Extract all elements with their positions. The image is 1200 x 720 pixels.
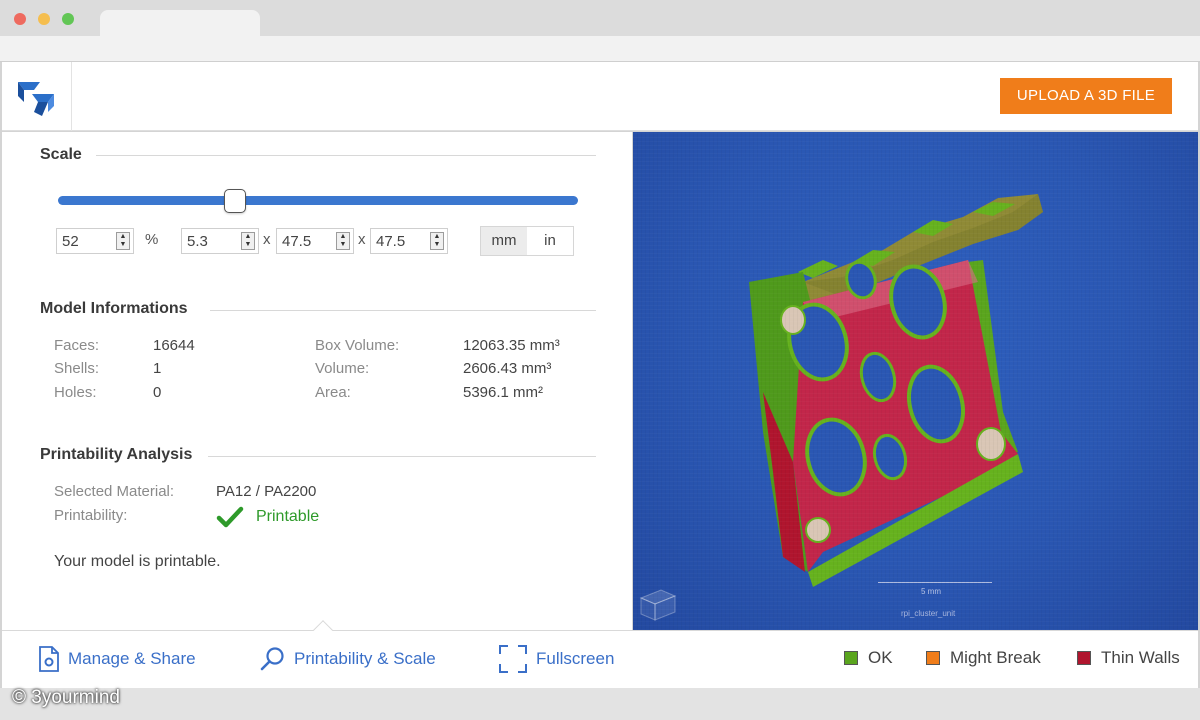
box-volume-value: 12063.35 mm³ [463,337,560,354]
fullscreen-icon [499,645,527,673]
printability-title: Printability Analysis [40,446,193,463]
dimension-separator: x [263,231,271,248]
fullscreen-label: Fullscreen [536,649,615,668]
faces-label: Faces: [54,337,100,354]
scale-bar [878,582,992,583]
printability-message: Your model is printable. [54,553,221,570]
close-window-button[interactable] [14,13,26,25]
footer-toolbar: Manage & Share Printability & Scale Full… [2,620,1198,688]
step-up-icon[interactable]: ▲ [117,233,129,241]
dimension-z-input[interactable]: 47.5 ▲ ▼ [370,228,448,254]
legend-might-break-swatch [926,651,940,665]
3d-model[interactable] [633,132,1198,630]
holes-label: Holes: [54,384,97,401]
browser-chrome [0,0,1200,62]
scale-slider-handle[interactable] [223,189,246,213]
fullscreen-button[interactable]: Fullscreen [498,641,614,677]
dimension-x-input[interactable]: 5.3 ▲ ▼ [181,228,259,254]
settings-panel: Scale 52 ▲ ▼ % 5.3 ▲ ▼ x 47.5 ▲ ▼ x 47.5 ▲ ▼… [2,132,632,630]
upload-3d-file-button[interactable]: UPLOAD A 3D FILE [1000,78,1172,114]
search-icon [260,647,284,671]
dimension-z-stepper[interactable]: ▲ ▼ [430,232,444,250]
percent-stepper[interactable]: ▲ ▼ [116,232,130,250]
app-header: UPLOAD A 3D FILE [2,62,1198,131]
percent-unit: % [145,231,159,248]
legend-ok-label: OK [868,648,893,667]
copyright-watermark: © 3yourmind [12,687,120,708]
percent-input[interactable]: 52 ▲ ▼ [56,228,134,254]
view-cube-icon[interactable] [635,584,679,624]
legend-thin-walls-label: Thin Walls [1101,648,1180,667]
model-info-title: Model Informations [40,300,188,317]
material-label: Selected Material: [54,483,175,500]
minimize-window-button[interactable] [38,13,50,25]
step-up-icon[interactable]: ▲ [431,233,443,241]
dimension-y-stepper[interactable]: ▲ ▼ [336,232,350,250]
browser-tab[interactable] [100,10,260,38]
3d-viewer[interactable]: 5 mm rpi_cluster_unit [633,132,1198,630]
checkmark-icon [216,506,244,528]
printability-label: Printability: [54,507,128,524]
step-up-icon[interactable]: ▲ [242,233,254,241]
printability-status: Printable [256,508,320,525]
dimension-separator: x [358,231,366,248]
percent-value: 52 [62,233,79,250]
manage-share-label: Manage & Share [68,649,196,668]
scale-divider [96,155,596,156]
volume-value: 2606.43 mm³ [463,360,552,377]
manage-share-button[interactable]: Manage & Share [38,641,196,677]
holes-value: 0 [153,384,162,401]
legend-thin-walls: Thin Walls [1077,648,1180,668]
file-name: rpi_cluster_unit [901,609,956,618]
scale-bar-label: 5 mm [921,587,941,596]
legend-might-break: Might Break [926,648,1041,668]
dimension-x-value: 5.3 [187,233,208,250]
dimension-x-stepper[interactable]: ▲ ▼ [241,232,255,250]
shells-label: Shells: [54,360,100,377]
area-value: 5396.1 mm² [463,384,544,401]
faces-value: 16644 [153,337,195,354]
unit-mm-option[interactable]: mm [481,227,527,255]
document-gear-icon [39,646,59,672]
material-value: PA12 / PA2200 [216,483,317,500]
dimension-z-value: 47.5 [376,233,406,250]
area-label: Area: [315,384,351,401]
printability-scale-label: Printability & Scale [294,649,436,668]
scale-title: Scale [40,146,82,163]
legend-ok-swatch [844,651,858,665]
scale-slider[interactable] [58,196,578,205]
shells-value: 1 [153,360,162,377]
unit-in-option[interactable]: in [527,227,573,255]
address-bar[interactable] [0,36,1200,62]
box-volume-label: Box Volume: [315,337,400,354]
logo[interactable] [2,62,72,131]
dimension-y-input[interactable]: 47.5 ▲ ▼ [276,228,354,254]
step-down-icon[interactable]: ▼ [337,241,349,249]
legend-ok: OK [844,648,893,668]
step-up-icon[interactable]: ▲ [337,233,349,241]
maximize-window-button[interactable] [62,13,74,25]
dimension-y-value: 47.5 [282,233,312,250]
printability-scale-button[interactable]: Printability & Scale [260,641,436,677]
step-down-icon[interactable]: ▼ [431,241,443,249]
legend-thin-walls-swatch [1077,651,1091,665]
printability-divider [208,456,596,457]
unit-toggle: mm in [480,226,574,256]
step-down-icon[interactable]: ▼ [117,241,129,249]
volume-label: Volume: [315,360,370,377]
model-info-divider [210,310,596,311]
step-down-icon[interactable]: ▼ [242,241,254,249]
legend-might-break-label: Might Break [950,648,1041,667]
window-bottom [0,688,1200,720]
logo-icon [17,81,54,116]
